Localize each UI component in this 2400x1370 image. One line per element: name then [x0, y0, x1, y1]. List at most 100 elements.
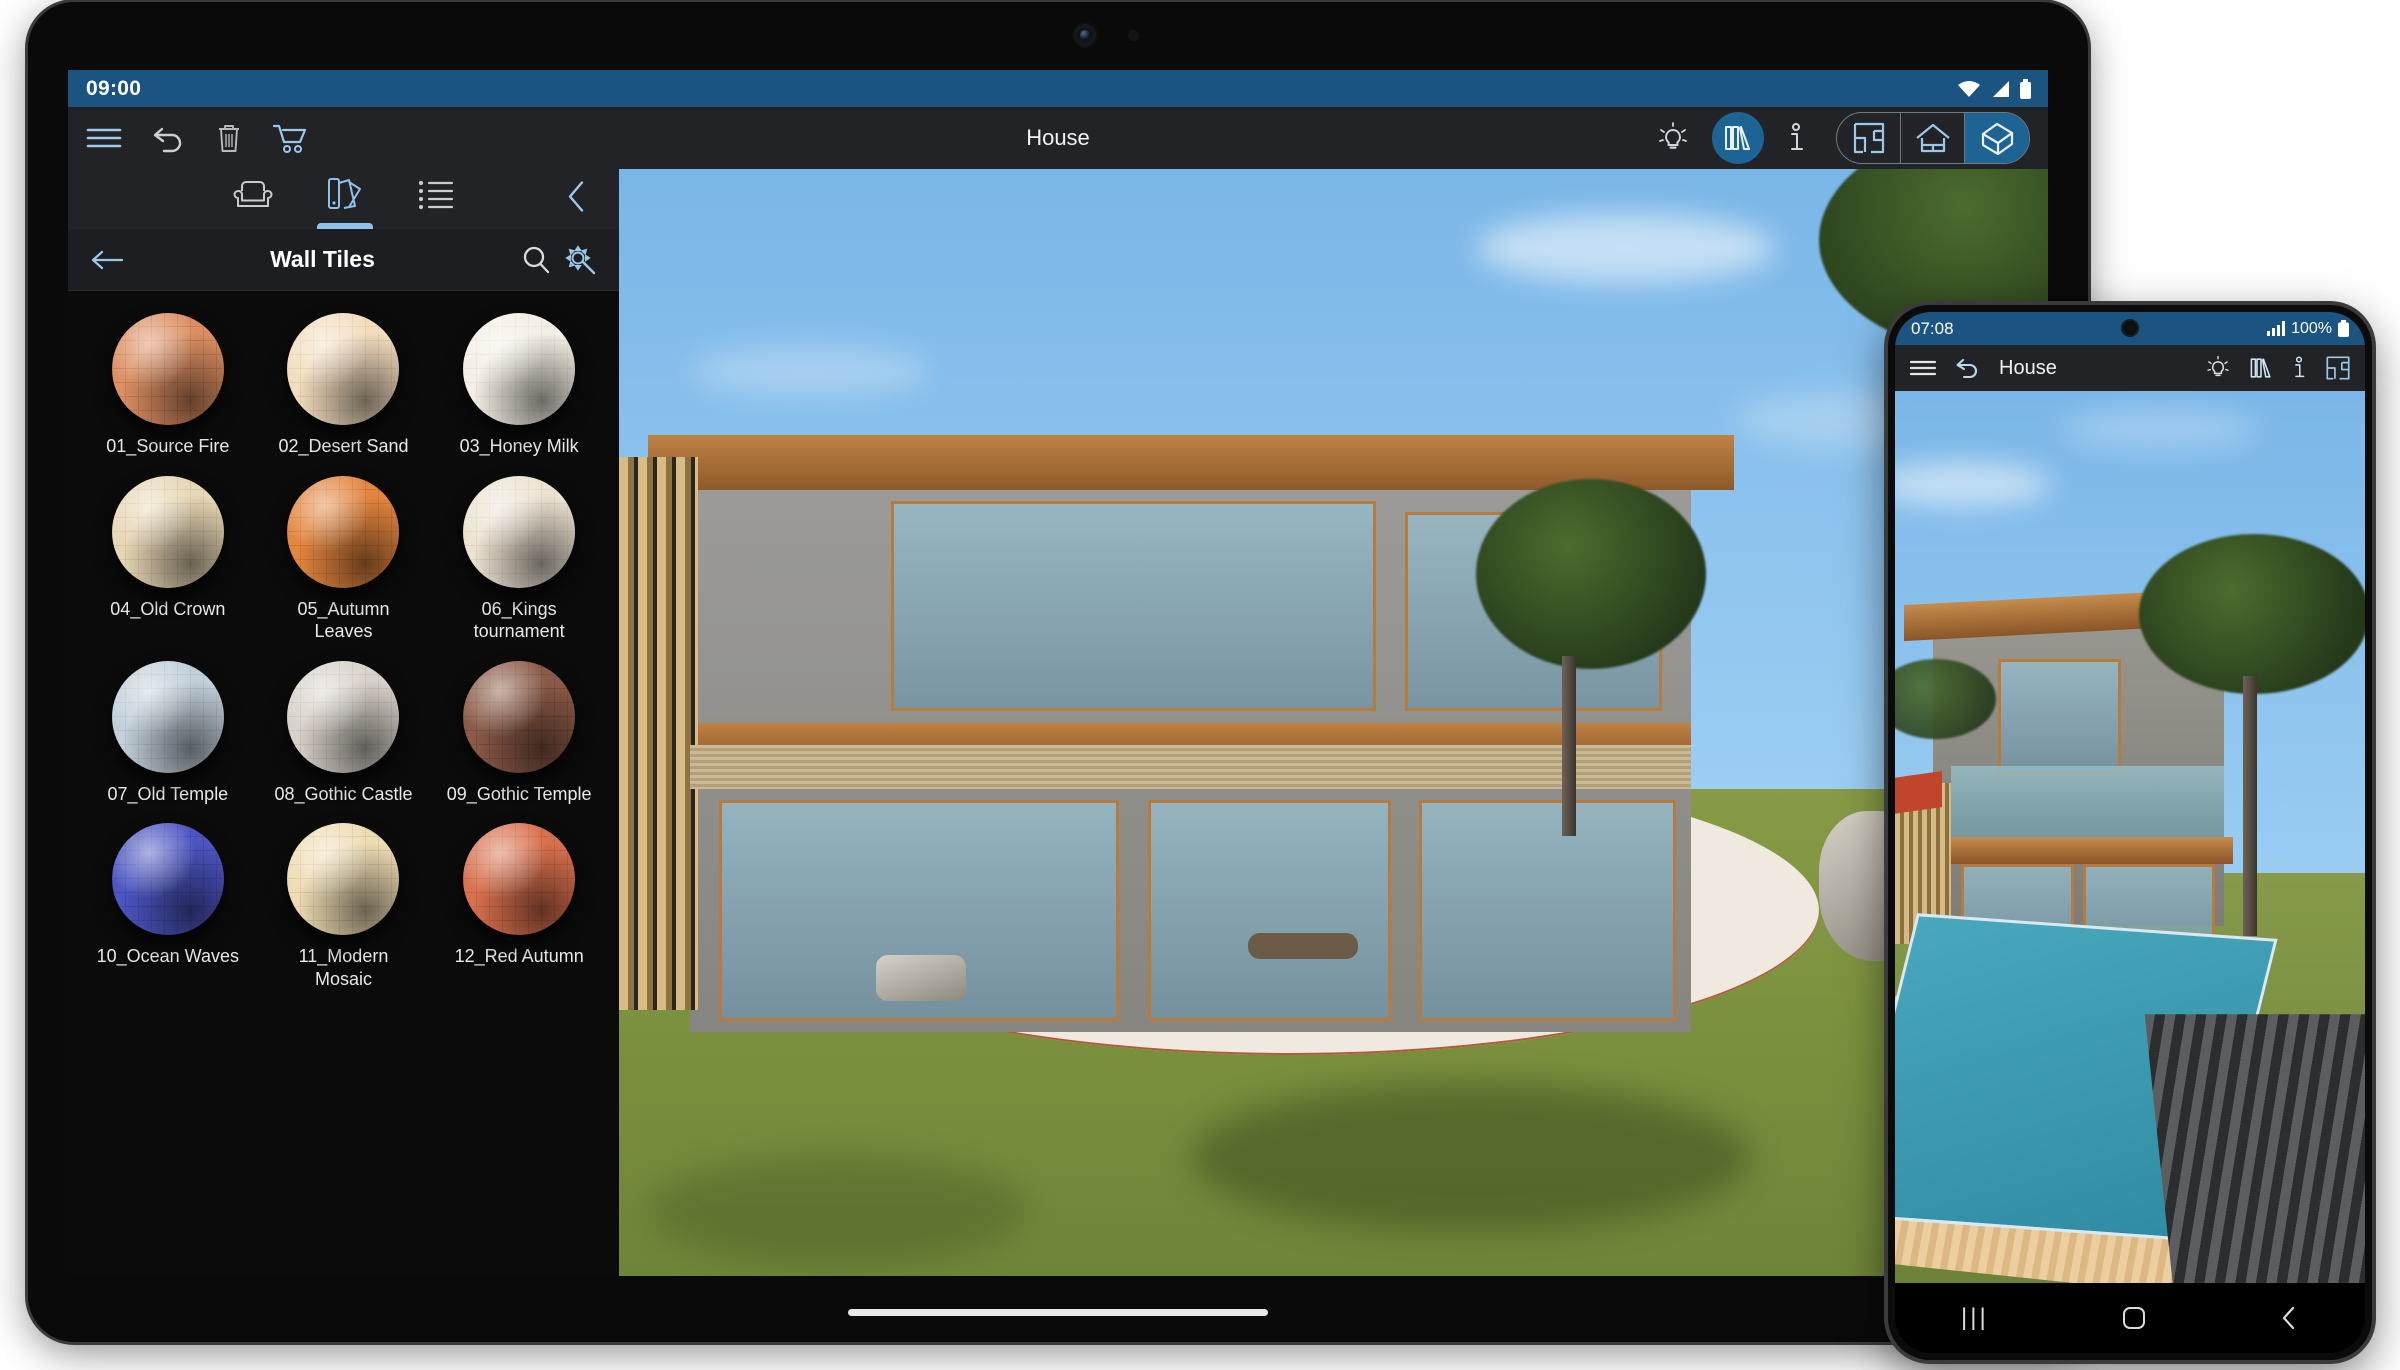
material-preview-sphere[interactable]	[111, 660, 224, 773]
material-label: 02_Desert Sand	[278, 436, 409, 456]
material-swatch[interactable]: 09_Gothic Temple	[433, 660, 605, 806]
tablet-clock: 09:00	[86, 76, 142, 100]
material-preview-sphere[interactable]	[463, 660, 576, 773]
tree-trunk	[2242, 676, 2257, 937]
signal-icon	[1990, 80, 2010, 98]
material-swatch[interactable]: 11_Modern Mosaic	[258, 823, 430, 990]
cloud	[690, 346, 931, 397]
wood-slat-screen	[619, 456, 698, 1011]
recents-button[interactable]: |||	[1961, 1304, 1989, 1332]
floor-plan-icon[interactable]	[1837, 113, 1901, 163]
phone-system-icons: 100%	[2267, 320, 2349, 338]
arrow-left-icon[interactable]	[90, 248, 124, 272]
glass-balcony	[1951, 765, 2224, 837]
phone-screen: 07:08 100% House |||	[1895, 312, 2365, 1353]
materials-tab[interactable]	[316, 172, 373, 229]
trash-icon[interactable]	[216, 122, 242, 154]
garden-rock	[876, 954, 967, 1001]
undo-icon[interactable]	[1955, 356, 1981, 380]
material-preview-sphere[interactable]	[463, 475, 576, 588]
window-upper	[890, 501, 1377, 712]
tablet-status-bar: 09:00	[68, 70, 2048, 107]
sphere-shading	[287, 660, 400, 773]
material-swatch[interactable]: 10_Ocean Waves	[82, 823, 254, 990]
material-preview-sphere[interactable]	[463, 823, 576, 935]
material-preview-sphere[interactable]	[287, 823, 400, 935]
search-icon[interactable]	[521, 245, 551, 275]
phone-front-camera-icon	[2121, 319, 2139, 337]
material-swatch[interactable]: 07_Old Temple	[82, 660, 254, 806]
home-square-icon[interactable]	[2121, 1305, 2147, 1331]
panel-tab-strip	[68, 169, 619, 229]
tablet-screen: 09:00 House Wall Tiles 01_Source Fire 02…	[68, 70, 2048, 1276]
sphere-shading	[111, 475, 224, 588]
sphere-shading	[111, 313, 224, 425]
material-swatch[interactable]: 01_Source Fire	[82, 313, 254, 458]
material-preview-sphere[interactable]	[463, 313, 576, 425]
tree-canopy	[2139, 533, 2365, 694]
house-band	[1942, 837, 2234, 864]
lightbulb-icon[interactable]	[2205, 355, 2231, 381]
material-preview-sphere[interactable]	[287, 313, 400, 425]
sphere-shading	[463, 823, 576, 935]
tablet-system-icons	[1957, 78, 2032, 99]
hamburger-menu-icon[interactable]	[86, 125, 122, 151]
sphere-shading	[287, 823, 400, 935]
window-upper	[1998, 658, 2121, 775]
furniture-tab[interactable]	[231, 173, 275, 226]
tablet-front-camera-icon	[1074, 24, 1096, 46]
panel-header: Wall Tiles	[68, 229, 619, 291]
material-swatch[interactable]: 08_Gothic Castle	[258, 660, 430, 806]
material-label: 05_Autumn Leaves	[297, 598, 390, 642]
material-swatch[interactable]: 12_Red Autumn	[433, 823, 605, 990]
material-swatch[interactable]: 06_Kings tournament	[433, 475, 605, 643]
material-swatch[interactable]: 04_Old Crown	[82, 475, 254, 643]
home-indicator-bar[interactable]	[848, 1309, 1268, 1316]
material-label: 11_Modern Mosaic	[298, 946, 389, 989]
floor-plan-icon[interactable]	[2325, 355, 2351, 381]
phone-device: 07:08 100% House |||	[1888, 305, 2372, 1360]
chevron-left-icon[interactable]	[565, 180, 589, 219]
shopping-cart-icon[interactable]	[272, 122, 308, 154]
tree-canopy	[1476, 478, 1707, 669]
material-swatch[interactable]: 02_Desert Sand	[258, 313, 430, 458]
battery-icon	[2338, 320, 2349, 337]
material-preview-sphere[interactable]	[111, 475, 224, 588]
tablet-app-toolbar: House	[68, 107, 2048, 169]
tablet-3d-viewport[interactable]	[619, 169, 2048, 1276]
undo-icon[interactable]	[152, 123, 186, 153]
info-icon[interactable]	[1786, 121, 1806, 155]
material-swatch[interactable]: 05_Autumn Leaves	[258, 475, 430, 643]
gear-wand-icon[interactable]	[565, 244, 597, 275]
phone-battery-label: 100%	[2291, 319, 2332, 337]
info-icon[interactable]	[2291, 355, 2307, 381]
view-mode-segmented-control[interactable]	[1836, 112, 2030, 164]
list-tab[interactable]	[415, 174, 457, 225]
material-swatch[interactable]: 03_Honey Milk	[433, 313, 605, 458]
screenshot-stage: 09:00 House Wall Tiles 01_Source Fire 02…	[0, 0, 2400, 1370]
material-preview-sphere[interactable]	[111, 823, 224, 935]
books-library-icon[interactable]	[1712, 112, 1764, 164]
lightbulb-icon[interactable]	[1656, 121, 1690, 155]
phone-3d-viewport[interactable]	[1895, 391, 2365, 1283]
material-label: 09_Gothic Temple	[446, 783, 592, 804]
wifi-icon	[1957, 80, 1981, 98]
tablet-device: 09:00 House Wall Tiles 01_Source Fire 02…	[28, 2, 2088, 1342]
hamburger-menu-icon[interactable]	[1909, 358, 1937, 378]
house-elevation-icon[interactable]	[1901, 113, 1965, 163]
signal-bars-icon	[2267, 321, 2286, 336]
material-preview-sphere[interactable]	[287, 475, 400, 588]
books-library-icon[interactable]	[2249, 356, 2273, 380]
sphere-shading	[463, 660, 576, 773]
chevron-left-icon[interactable]	[2279, 1305, 2299, 1331]
terrace-deck	[690, 744, 1691, 789]
phone-status-bar: 07:08 100%	[1895, 312, 2365, 345]
material-label: 12_Red Autumn	[454, 946, 584, 966]
panel-title: Wall Tiles	[270, 246, 375, 272]
material-preview-sphere[interactable]	[287, 660, 400, 773]
red-awning	[1895, 770, 1942, 815]
material-preview-sphere[interactable]	[111, 313, 224, 425]
material-label: 10_Ocean Waves	[96, 946, 240, 966]
tree-shadow	[1190, 1081, 1751, 1232]
house-3d-icon[interactable]	[1965, 113, 2029, 163]
